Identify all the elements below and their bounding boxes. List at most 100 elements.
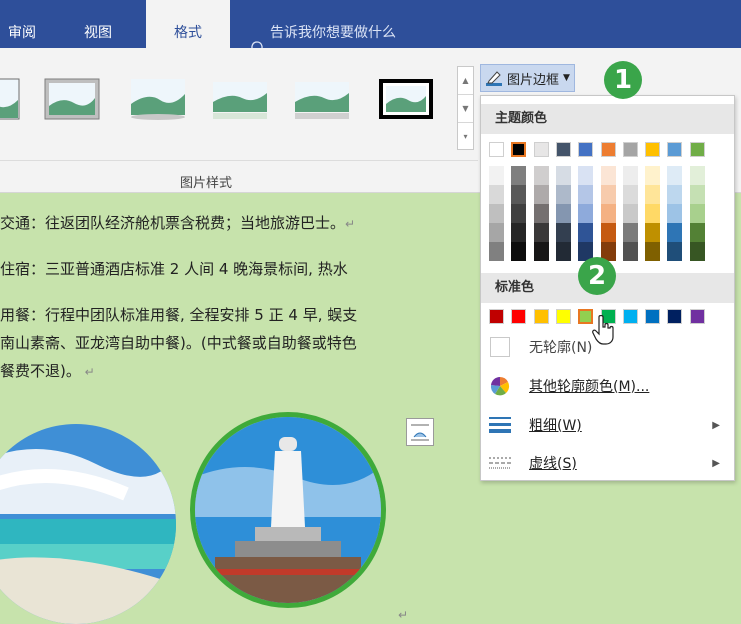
theme-shade-swatch[interactable] — [578, 166, 594, 185]
gallery-scrollbar[interactable]: ▲ ▼ ▾ — [457, 66, 474, 150]
standard-color-swatch[interactable] — [645, 309, 661, 324]
theme-shade-swatch[interactable] — [645, 204, 661, 223]
standard-color-swatch[interactable] — [489, 309, 504, 324]
chevron-down-icon: ▼ — [563, 73, 570, 83]
theme-shade-swatch[interactable] — [689, 242, 705, 261]
dashes-icon — [489, 452, 511, 474]
theme-shade-swatch[interactable] — [689, 204, 705, 223]
standard-color-swatch[interactable] — [622, 309, 638, 324]
theme-color-swatch[interactable] — [489, 142, 504, 157]
theme-shade-swatch[interactable] — [533, 242, 549, 261]
theme-shade-swatch[interactable] — [667, 185, 683, 204]
theme-shade-swatch[interactable] — [667, 242, 683, 261]
theme-shade-swatch[interactable] — [533, 185, 549, 204]
picture-style-thumb[interactable] — [378, 78, 434, 120]
theme-shade-swatch[interactable] — [533, 166, 549, 185]
statue-photo[interactable] — [190, 412, 386, 608]
theme-shade-swatch[interactable] — [511, 185, 527, 204]
submenu-arrow-icon: ▶ — [712, 457, 720, 469]
tab-format[interactable]: 格式 — [146, 0, 230, 48]
theme-shade-swatch[interactable] — [533, 204, 549, 223]
gallery-down-icon[interactable]: ▼ — [458, 95, 473, 123]
theme-shade-swatch[interactable] — [555, 223, 571, 242]
submenu-arrow-icon: ▶ — [712, 419, 720, 431]
step-badge-1: 1 — [604, 61, 642, 99]
theme-shade-swatch[interactable] — [489, 242, 504, 261]
gallery-more-icon[interactable]: ▾ — [458, 123, 473, 151]
standard-color-swatch[interactable] — [533, 309, 549, 324]
theme-shade-swatch[interactable] — [578, 223, 594, 242]
theme-color-swatch[interactable] — [578, 142, 594, 157]
theme-shade-swatch[interactable] — [622, 185, 638, 204]
theme-shade-swatch[interactable] — [533, 223, 549, 242]
theme-shade-swatch[interactable] — [489, 223, 504, 242]
line-weight-icon — [489, 414, 511, 436]
theme-shade-swatch[interactable] — [511, 223, 527, 242]
picture-style-thumb[interactable] — [212, 78, 268, 120]
color-wheel-icon — [489, 375, 511, 397]
tab-view[interactable]: 视图 — [70, 0, 126, 48]
theme-shade-swatch[interactable] — [489, 185, 504, 204]
theme-shade-swatch[interactable] — [622, 166, 638, 185]
theme-colors-header: 主题颜色 — [481, 104, 734, 134]
theme-shade-swatch[interactable] — [689, 185, 705, 204]
standard-color-swatch[interactable] — [555, 309, 571, 324]
theme-shade-swatch[interactable] — [511, 242, 527, 261]
theme-shade-swatch[interactable] — [600, 166, 616, 185]
theme-shade-swatch[interactable] — [600, 204, 616, 223]
standard-color-swatch[interactable] — [511, 309, 527, 324]
theme-shade-swatch[interactable] — [600, 185, 616, 204]
theme-shade-swatch[interactable] — [511, 166, 527, 185]
picture-border-label: 图片边框 — [507, 72, 560, 88]
theme-shade-swatch[interactable] — [645, 185, 661, 204]
theme-shade-swatch[interactable] — [689, 166, 705, 185]
tab-review[interactable]: 审阅 — [0, 0, 44, 48]
theme-color-swatch[interactable] — [511, 142, 527, 157]
standard-color-swatch[interactable] — [667, 309, 683, 324]
theme-shade-swatch[interactable] — [511, 204, 527, 223]
weight-item[interactable]: 粗细(W) ▶ — [481, 408, 734, 442]
theme-shade-swatch[interactable] — [622, 223, 638, 242]
standard-color-swatch[interactable] — [689, 309, 705, 324]
theme-shade-swatch[interactable] — [555, 166, 571, 185]
theme-shade-swatch[interactable] — [555, 185, 571, 204]
theme-shade-swatch[interactable] — [555, 242, 571, 261]
theme-color-swatch[interactable] — [645, 142, 661, 157]
theme-shade-swatch[interactable] — [667, 166, 683, 185]
theme-color-swatch[interactable] — [600, 142, 616, 157]
theme-shade-swatch[interactable] — [578, 185, 594, 204]
doc-line: 交通：往返团队经济舱机票含税费；当地旅游巴士。↵ — [0, 214, 356, 232]
mouse-cursor-icon — [592, 315, 614, 345]
theme-shade-swatch[interactable] — [645, 166, 661, 185]
picture-style-thumb[interactable] — [294, 78, 350, 120]
dashes-item[interactable]: 虚线(S) ▶ — [481, 446, 734, 480]
picture-style-thumb[interactable] — [130, 78, 186, 120]
theme-shade-swatch[interactable] — [689, 223, 705, 242]
pen-icon — [486, 71, 502, 86]
theme-shade-swatch[interactable] — [645, 223, 661, 242]
theme-shade-swatch[interactable] — [622, 204, 638, 223]
theme-shade-swatch[interactable] — [645, 242, 661, 261]
theme-shade-swatch[interactable] — [489, 166, 504, 185]
theme-shade-swatch[interactable] — [622, 242, 638, 261]
theme-shade-swatch[interactable] — [600, 223, 616, 242]
more-outline-colors-item[interactable]: 其他轮廓颜色(M)... — [481, 369, 734, 403]
beach-photo[interactable] — [0, 424, 176, 624]
tell-me-box[interactable]: 告诉我你想要做什么 — [250, 0, 396, 57]
theme-shade-swatch[interactable] — [555, 204, 571, 223]
theme-shade-swatch[interactable] — [578, 204, 594, 223]
layout-options-icon[interactable] — [406, 418, 434, 446]
theme-shade-swatch[interactable] — [667, 223, 683, 242]
gallery-up-icon[interactable]: ▲ — [458, 67, 473, 95]
theme-color-swatch[interactable] — [622, 142, 638, 157]
theme-shade-swatch[interactable] — [667, 204, 683, 223]
theme-shade-swatch[interactable] — [489, 204, 504, 223]
weight-label: 粗细(W) — [529, 418, 582, 434]
picture-style-thumb[interactable] — [44, 78, 100, 120]
theme-color-swatch[interactable] — [689, 142, 705, 157]
theme-color-swatch[interactable] — [533, 142, 549, 157]
picture-style-thumb[interactable] — [0, 78, 20, 120]
picture-border-button[interactable]: 图片边框 ▼ — [480, 64, 575, 92]
theme-color-swatch[interactable] — [555, 142, 571, 157]
theme-color-swatch[interactable] — [667, 142, 683, 157]
